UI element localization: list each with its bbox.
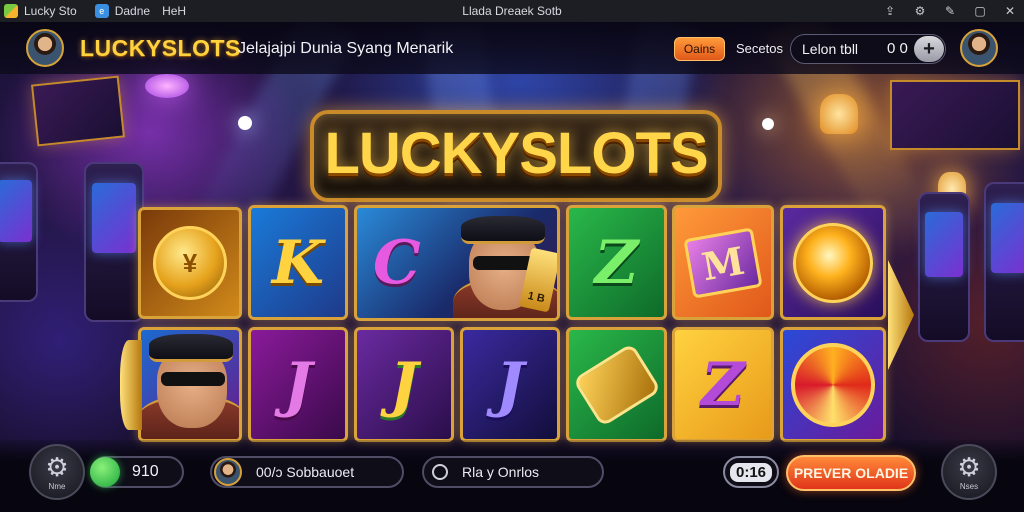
gear-icon: ⚙ [45, 451, 69, 482]
game-logo: LUCKYSLOTS [324, 121, 708, 186]
reel-tile-z[interactable]: Z [566, 205, 667, 320]
green-dot-icon [90, 457, 120, 487]
window-title: Llada Dreaek Sotb [462, 4, 562, 18]
share-icon[interactable]: ⇪ [882, 4, 898, 18]
swirl-orb-icon [791, 342, 875, 427]
maximize-icon[interactable]: ▢ [972, 4, 988, 18]
right-settings-button[interactable]: ⚙ Nses [941, 444, 997, 500]
search-text: Rla y Onrlos [462, 464, 540, 480]
add-funds-button[interactable]: + [914, 36, 944, 62]
app-icon [4, 4, 18, 18]
reel-tile-scroll[interactable] [566, 327, 667, 442]
credit-display: 910 [90, 456, 184, 488]
settings-icon[interactable]: ⚙ [912, 4, 928, 18]
spot-light [762, 118, 774, 130]
slot-machine-bg [84, 162, 144, 322]
wall-poster [890, 80, 1020, 150]
sunglasses-icon [161, 372, 225, 386]
browser-tab-icon: e [94, 4, 109, 18]
player-avatar[interactable] [26, 29, 64, 67]
reel-tile-j-purple[interactable]: J [248, 327, 348, 442]
wall-poster [31, 75, 125, 147]
slot-machine-bg [0, 162, 38, 302]
player-mini-avatar [214, 458, 242, 486]
reel-symbol-letter: J [283, 349, 313, 420]
reel-tile-j-gold[interactable]: J [354, 327, 454, 442]
reel-symbol-letter: Z [594, 227, 639, 298]
golden-orb-icon [793, 222, 873, 303]
balance-value: 0 0 [887, 40, 908, 57]
player-info-text: 00/ɔ Sobbauoet [256, 464, 355, 480]
close-icon[interactable]: ✕ [1002, 4, 1018, 18]
bet-value: 0:16 [729, 462, 773, 482]
left-settings-button[interactable]: ⚙ Nme [29, 444, 85, 500]
right-settings-label: Nses [959, 481, 979, 491]
brand-logo-text: LUCKYSLOTS [80, 35, 241, 61]
ceiling-lamp [145, 74, 189, 98]
reel-tile-orb[interactable] [780, 205, 886, 320]
window-titlebar: Lucky Sto e Dadne HeH Llada Dreaek Sotb … [0, 0, 1024, 22]
slot-machine-bg [984, 182, 1024, 342]
reel-tile-coin[interactable]: ¥ [138, 207, 242, 319]
reel-tile-character-c[interactable]: C 1 B [354, 205, 560, 321]
golden-scroll-icon [571, 342, 662, 427]
search-pill[interactable]: Rla y Onrlos [422, 456, 604, 488]
reel-symbol-letter: J [495, 349, 525, 420]
reel-tile-j-blue[interactable]: J [460, 327, 560, 442]
player-info-pill[interactable]: 00/ɔ Sobbauoet [210, 456, 404, 488]
reel-tile-character[interactable] [138, 327, 242, 442]
secrets-link[interactable]: Secetos [736, 41, 783, 56]
left-settings-label: Nme [48, 481, 66, 491]
reel-tile-z-gold[interactable]: Z [672, 327, 774, 442]
bet-amount-pill[interactable]: 0:16 [723, 456, 779, 488]
app-name: Lucky Sto [24, 4, 77, 18]
balance-label: Lelon tbll [802, 41, 859, 57]
window-controls: ⇪ ⚙ ✎ ▢ ✕ [882, 0, 1018, 22]
tab-label[interactable]: Dadne [115, 4, 150, 18]
reel-tile-k[interactable]: K [248, 205, 348, 320]
tab-label-2[interactable]: HeH [162, 4, 186, 18]
cube-icon: M [683, 226, 763, 299]
coins-badge-button[interactable]: Oains [674, 37, 725, 61]
credit-value: 910 [132, 463, 159, 480]
play-button[interactable]: PREVER OLADIE [786, 455, 916, 491]
reel-tile-swirl[interactable] [780, 327, 886, 442]
reel-frame-left [120, 340, 142, 430]
tagline: Jelajajpi Dunia Syang Menarik [238, 40, 454, 57]
slot-machine-bg [918, 192, 970, 342]
spot-light [238, 116, 252, 130]
coin-icon: ¥ [153, 226, 227, 300]
edit-icon[interactable]: ✎ [942, 4, 958, 18]
character-cap [149, 334, 233, 362]
reel-symbol-letter: K [271, 227, 325, 298]
gear-icon: ⚙ [957, 451, 981, 482]
search-icon [432, 464, 448, 480]
reel-symbol-letter: Z [701, 349, 745, 420]
reel-symbol-letter: C [373, 228, 421, 298]
profile-avatar[interactable] [960, 29, 998, 67]
character-cap [461, 216, 545, 244]
reel-symbol-letter: J [389, 349, 419, 420]
ceiling-lamp [820, 94, 858, 134]
reel-tile-m-cube[interactable]: M [672, 205, 774, 320]
